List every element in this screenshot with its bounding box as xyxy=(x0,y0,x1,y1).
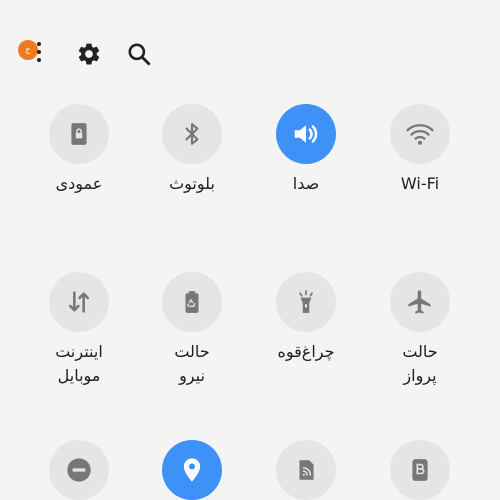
tile-mobile-data-button[interactable] xyxy=(49,272,109,332)
tile-location-button[interactable] xyxy=(162,440,222,500)
nfc-icon xyxy=(299,460,314,480)
tile-bluetooth[interactable]: بلوتوث xyxy=(142,104,242,196)
tile-rotate-label: عمودی xyxy=(55,174,103,193)
tile-power-mode[interactable]: حالت نیرو xyxy=(142,272,242,388)
tile-wifi[interactable]: Wi-Fi xyxy=(370,104,470,196)
tile-mobile-data-label: اینترنت موبایل xyxy=(29,340,129,388)
search-button[interactable] xyxy=(124,39,154,69)
tile-airplane-button[interactable] xyxy=(390,272,450,332)
tile-power-mode-button[interactable] xyxy=(162,272,222,332)
flashlight-icon xyxy=(299,290,313,313)
tile-location[interactable] xyxy=(142,440,242,500)
tile-airplane-label: حالت پرواز xyxy=(370,340,470,388)
do-not-disturb-icon xyxy=(67,458,91,482)
location-icon xyxy=(183,458,201,482)
tile-mobile-data-label-line1: اینترنت xyxy=(55,342,103,361)
tile-flashlight[interactable]: چراغ‌قوه xyxy=(256,272,356,364)
tile-rotate[interactable]: عمودی xyxy=(29,104,129,196)
tile-power-mode-label-line1: حالت xyxy=(174,342,210,361)
tile-flashlight-button[interactable] xyxy=(276,272,336,332)
data-transfer-icon xyxy=(68,291,90,313)
bixby-icon xyxy=(412,459,428,481)
more-vert-icon xyxy=(35,42,43,64)
tile-dnd-button[interactable] xyxy=(49,440,109,500)
tile-sound-label: صدا xyxy=(292,174,320,193)
tile-mobile-data[interactable]: اینترنت موبایل xyxy=(29,272,129,388)
bluetooth-icon xyxy=(185,123,199,145)
battery-recycle-icon xyxy=(185,291,199,313)
tile-airplane-label-line1: حالت xyxy=(402,342,438,361)
tile-dnd[interactable] xyxy=(29,440,129,500)
tile-bluetooth-button[interactable] xyxy=(162,104,222,164)
wifi-icon xyxy=(406,124,434,145)
search-icon xyxy=(128,43,151,66)
tile-nfc[interactable] xyxy=(256,440,356,500)
airplane-icon xyxy=(408,290,431,314)
tile-nfc-button[interactable] xyxy=(276,440,336,500)
portrait-lock-icon xyxy=(71,123,87,145)
tile-bixby-button[interactable] xyxy=(390,440,450,500)
tile-flashlight-label: چراغ‌قوه xyxy=(277,342,335,361)
quick-panel-header: ج xyxy=(0,0,500,100)
tile-sound-button[interactable] xyxy=(276,104,336,164)
tile-wifi-label: Wi-Fi xyxy=(400,174,440,193)
tile-power-mode-label-line2: نیرو xyxy=(179,366,205,385)
tile-bluetooth-label: بلوتوث xyxy=(169,174,215,193)
tile-wifi-button[interactable] xyxy=(390,104,450,164)
tile-airplane-label-line2: پرواز xyxy=(403,366,437,385)
gear-icon xyxy=(78,43,100,65)
more-options-button[interactable]: ج xyxy=(16,38,46,68)
tile-airplane[interactable]: حالت پرواز xyxy=(370,272,470,388)
volume-icon xyxy=(294,125,318,143)
tile-rotate-button[interactable] xyxy=(49,104,109,164)
tile-mobile-data-label-line2: موبایل xyxy=(57,366,101,385)
tile-power-mode-label: حالت نیرو xyxy=(142,340,242,388)
tile-bixby[interactable] xyxy=(370,440,470,500)
settings-button[interactable] xyxy=(74,39,104,69)
tile-sound[interactable]: صدا xyxy=(256,104,356,196)
